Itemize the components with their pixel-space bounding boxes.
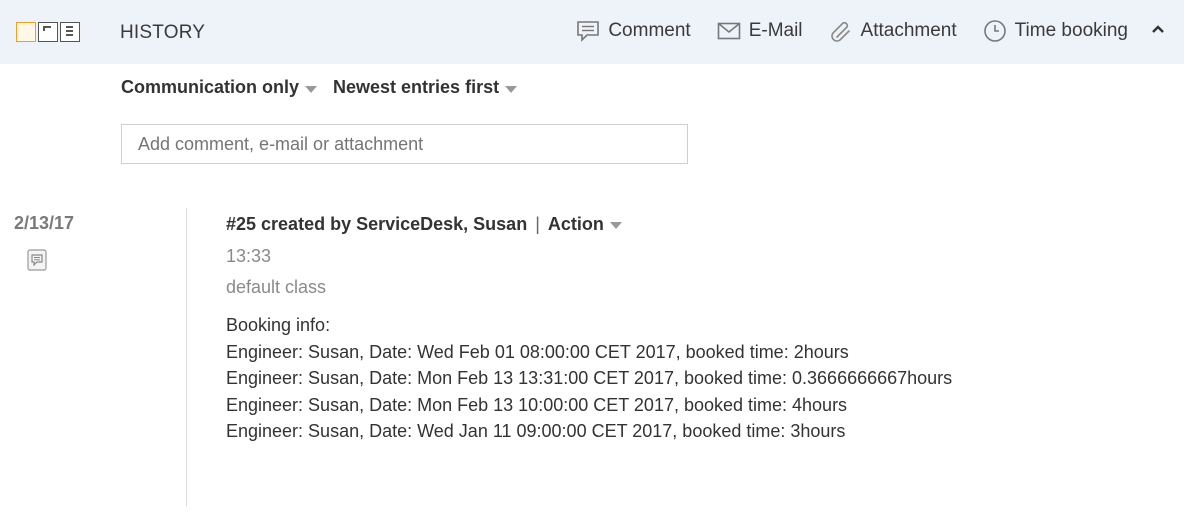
timeline-divider [186,208,187,506]
envelope-icon [717,22,740,40]
add-comment-input[interactable] [121,124,688,164]
chevron-up-icon [1152,25,1164,33]
body-heading: Booking info: [226,315,331,335]
order-filter-dropdown[interactable]: Newest entries first [333,77,518,98]
collapse-button[interactable] [1150,22,1166,40]
history-header: HISTORY Comment E-Mail Attachment Time b… [0,0,1184,64]
chevron-down-icon [609,222,622,229]
type-filter-label: Communication only [121,77,300,97]
view-split-icon[interactable] [38,22,58,42]
order-filter-label: Newest entries first [333,77,500,97]
entry-title-row: #25 created by ServiceDesk, Susan | Acti… [226,211,952,237]
paperclip-icon [830,21,850,42]
attachment-label: Attachment [860,20,957,41]
history-entry: #25 created by ServiceDesk, Susan | Acti… [226,211,952,445]
title-separator: | [535,213,540,234]
entry-body: Booking info: Engineer: Susan, Date: Wed… [226,312,952,445]
booking-line: Engineer: Susan, Date: Mon Feb 13 10:00:… [226,394,848,415]
email-label: E-Mail [748,20,803,41]
clock-icon [983,20,1006,42]
booking-line: Engineer: Susan, Date: Wed Feb 01 08:00:… [226,341,849,362]
section-title: HISTORY [120,22,206,43]
view-compact-icon[interactable] [16,22,36,42]
entry-class: default class [226,277,327,297]
chevron-down-icon [505,85,518,93]
comment-icon [27,249,47,271]
time-booking-label: Time booking [1014,20,1128,41]
entry-action-dropdown[interactable]: Action [548,214,622,235]
booking-line: Engineer: Susan, Date: Wed Jan 11 09:00:… [226,421,846,441]
view-detailed-icon[interactable] [60,22,80,42]
attachment-button[interactable]: Attachment [829,19,957,43]
entry-type-icon [27,249,47,276]
comment-button[interactable]: Comment [576,20,691,42]
type-filter-dropdown[interactable]: Communication only [121,77,318,98]
time-booking-button[interactable]: Time booking [983,19,1128,43]
history-filters: Communication only Newest entries first [121,77,533,98]
booking-line: Engineer: Susan, Date: Mon Feb 13 13:31:… [226,368,953,388]
comment-icon [577,21,600,42]
view-toggles [16,22,82,42]
entry-action-label: Action [547,213,604,234]
entry-date: 2/13/17 [14,213,75,233]
comment-label: Comment [608,20,691,41]
header-actions: Comment E-Mail Attachment Time booking [550,19,1166,43]
entry-title: #25 created by ServiceDesk, Susan [226,213,528,234]
entry-time: 13:33 [226,246,272,266]
email-button[interactable]: E-Mail [717,20,803,42]
chevron-down-icon [305,85,318,93]
